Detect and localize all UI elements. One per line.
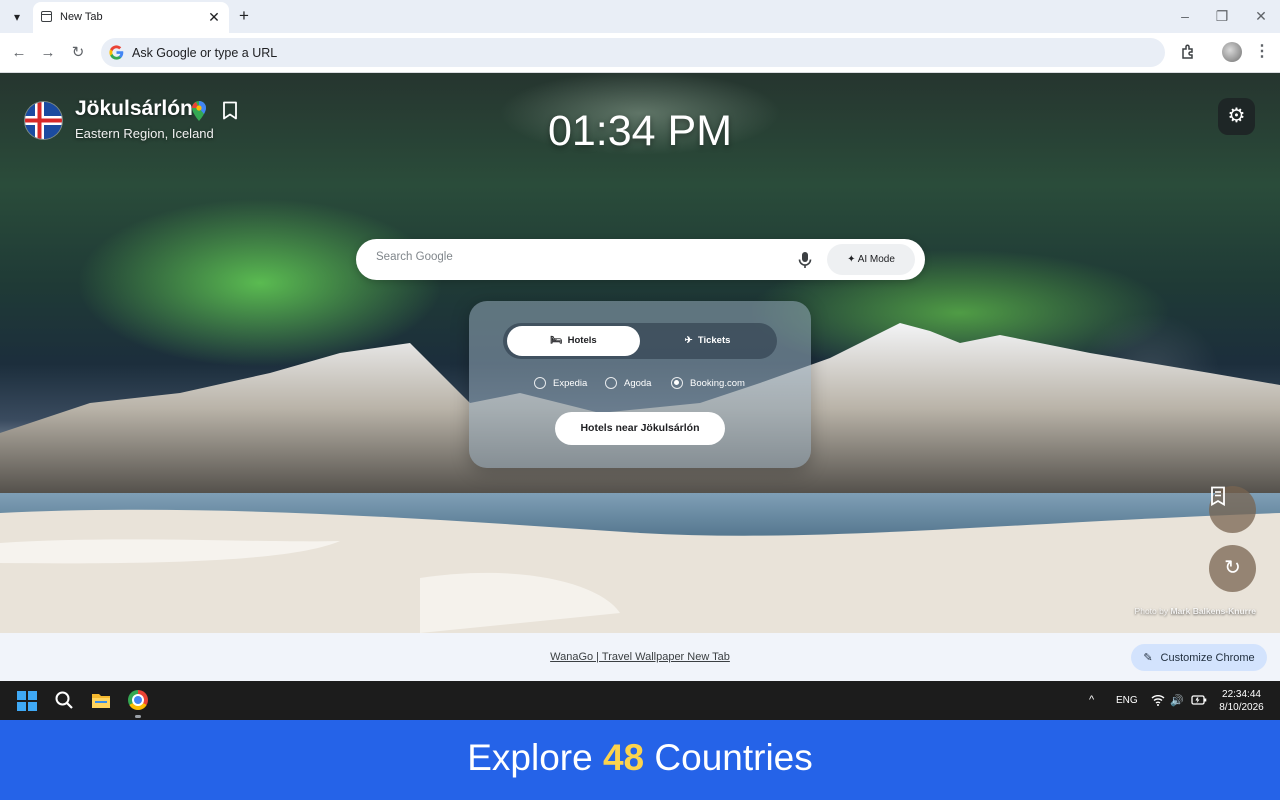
bed-icon: 🛏 [550,335,563,346]
radio-booking[interactable]: Booking.com [671,376,745,390]
radio-label: Agoda [624,377,652,389]
booking-panel: 🛏 Hotels ✈ Tickets Expedia Agoda Booking… [469,301,811,468]
system-clock[interactable]: 22:34:44 8/10/2026 [1214,688,1269,714]
promo-count: 48 [602,737,645,778]
clock: 01:34 PM [547,107,733,155]
system-time: 22:34:44 [1222,689,1261,700]
photo-credit-author[interactable]: Mark Balkens-Knurre [1170,606,1256,616]
folder-icon[interactable] [91,691,111,709]
language-indicator[interactable]: ENG [1116,695,1138,706]
windows-start-icon[interactable] [17,691,37,711]
chrome-icon[interactable] [128,690,148,710]
hotels-tab-label: Hotels [567,335,597,346]
forward-icon[interactable]: → [38,43,58,63]
radio-button[interactable] [671,377,683,389]
radio-label: Booking.com [690,377,745,389]
active-app-indicator [135,715,141,718]
browser-toolbar: ← → ↻ Ask Google or type a URL ⋮ [0,33,1280,73]
close-window-icon[interactable]: ✕ [1253,8,1269,24]
hotels-near-button[interactable]: Hotels near Jökulsárlón [555,412,725,445]
mic-icon[interactable] [798,251,812,269]
plane-icon: ✈ [684,335,693,346]
search-icon[interactable] [54,690,74,710]
wifi-icon[interactable] [1151,694,1165,709]
system-date: 8/10/2026 [1219,702,1264,713]
promo-after: Countries [654,737,813,778]
customize-chrome-label: Customize Chrome [1160,651,1255,664]
maximize-icon[interactable]: ❐ [1214,8,1230,24]
wallpaper-hero: Jökulsárlón Eastern Region, Iceland 01:3… [0,73,1280,633]
sparkle-icon: ✦ [847,254,856,265]
pencil-icon: ✎ [1143,652,1153,664]
photo-credit-prefix: Photo by [1134,606,1169,616]
extensions-icon[interactable] [1180,43,1198,61]
promo-text: Explore 48 Countries [0,737,1280,779]
plus-icon[interactable]: + [234,6,254,26]
tab-search-icon[interactable]: ▾ [6,6,28,28]
extension-link[interactable]: WanaGo | Travel Wallpaper New Tab [550,651,730,663]
iceland-flag-icon [25,102,62,139]
promo-banner: Explore 48 Countries [0,720,1280,800]
reload-icon[interactable]: ↻ [68,43,88,63]
tickets-tab-label: Tickets [697,335,731,346]
omnibox-placeholder: Ask Google or type a URL [132,46,278,60]
address-bar[interactable]: Ask Google or type a URL [101,38,1165,67]
minimize-icon[interactable]: – [1177,8,1193,24]
tab-strip: ▾ New Tab ✕ + – ❐ ✕ [0,0,1280,33]
radio-expedia[interactable]: Expedia [534,376,587,390]
location-title: Jökulsárlón [75,97,193,120]
radio-button[interactable] [605,377,617,389]
refresh-icon[interactable]: ↻ [1209,545,1256,592]
booking-type-toggle: 🛏 Hotels ✈ Tickets [503,323,777,359]
ai-mode-label: AI Mode [857,254,895,265]
close-icon[interactable]: ✕ [205,8,223,26]
tab-title: New Tab [60,11,103,23]
avatar[interactable] [1222,42,1242,62]
battery-icon[interactable] [1191,694,1207,708]
windows-taskbar: ^ ENG 🔊 22:34:44 8/10/2026 [0,681,1280,720]
radio-label: Expedia [553,377,588,389]
back-icon[interactable]: ← [9,43,29,63]
search-bar: ✦ AI Mode [356,239,925,280]
footer-link-wrap: WanaGo | Travel Wallpaper New Tab [0,651,1280,663]
bookmarks-icon[interactable] [1209,486,1256,533]
search-input[interactable] [376,251,756,263]
location-subtitle: Eastern Region, Iceland [75,126,214,141]
radio-button[interactable] [534,377,546,389]
tab-new-tab[interactable]: New Tab ✕ [33,2,229,33]
page-footer: WanaGo | Travel Wallpaper New Tab ✎ Cust… [0,633,1280,681]
map-pin-icon[interactable] [190,100,208,122]
promo-before: Explore [467,737,593,778]
gear-icon[interactable]: ⚙ [1218,98,1255,135]
volume-icon[interactable]: 🔊 [1170,694,1184,707]
radio-agoda[interactable]: Agoda [605,376,651,390]
google-icon [108,44,125,61]
customize-chrome-button[interactable]: ✎ Customize Chrome [1131,644,1267,671]
bookmark-icon[interactable] [222,101,238,120]
page-icon [41,11,52,22]
tab-hotels[interactable]: 🛏 Hotels [507,326,640,356]
tab-tickets[interactable]: ✈ Tickets [641,326,774,356]
more-icon[interactable]: ⋮ [1254,42,1270,62]
ai-mode-button[interactable]: ✦ AI Mode [827,244,915,275]
chevron-up-icon[interactable]: ^ [1089,694,1094,706]
photo-credit: Photo by Mark Balkens-Knurre [1135,606,1256,616]
